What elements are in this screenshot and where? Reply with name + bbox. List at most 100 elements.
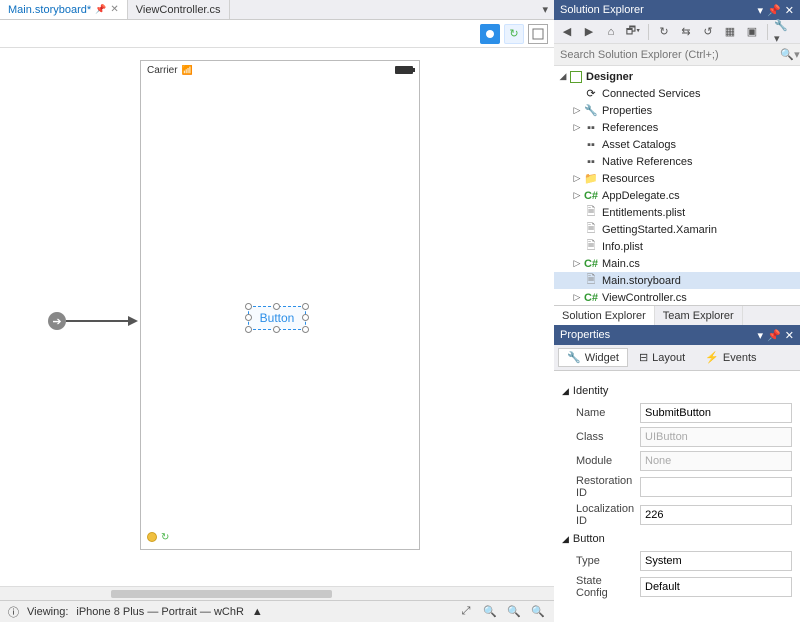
- state-field[interactable]: [640, 577, 792, 597]
- constraints-toggle[interactable]: [528, 24, 548, 44]
- restoration-field[interactable]: [640, 477, 792, 497]
- pin-icon[interactable]: 📌: [767, 4, 781, 17]
- horizontal-scrollbar[interactable]: [0, 586, 554, 600]
- panel-menu-icon[interactable]: ▾: [758, 4, 764, 17]
- class-field[interactable]: [640, 427, 792, 447]
- tree-root[interactable]: ◢Designer: [554, 68, 800, 85]
- resize-handle[interactable]: [273, 303, 280, 310]
- properties-icon[interactable]: ▦: [721, 23, 739, 41]
- resize-handle[interactable]: [302, 303, 309, 310]
- section-label: Identity: [573, 385, 608, 397]
- tree-item[interactable]: ▷C#Main.cs: [554, 255, 800, 272]
- show-all-icon[interactable]: ↺: [699, 23, 717, 41]
- panel-title-text: Properties: [560, 329, 610, 341]
- tree-item[interactable]: 🗎Entitlements.plist: [554, 204, 800, 221]
- close-icon[interactable]: ✕: [785, 329, 794, 342]
- preview-icon[interactable]: ▣: [743, 23, 761, 41]
- events-icon: ⚡: [705, 351, 719, 364]
- type-field[interactable]: [640, 551, 792, 571]
- zoom-fit-icon[interactable]: ⤢: [458, 604, 474, 620]
- carrier-label: Carrier: [147, 65, 193, 76]
- solution-search-row: 🔍▾: [554, 44, 800, 66]
- close-icon[interactable]: ✕: [110, 4, 118, 15]
- tab-widget[interactable]: 🔧 Widget: [558, 348, 628, 367]
- panel-bottom-tabs: Solution Explorer Team Explorer: [554, 305, 800, 325]
- tab-main-storyboard[interactable]: Main.storyboard* 📌 ✕: [0, 0, 128, 19]
- pin-icon[interactable]: 📌: [767, 329, 781, 342]
- localization-field[interactable]: [640, 505, 792, 525]
- close-icon[interactable]: ✕: [785, 4, 794, 17]
- canvas-button-control[interactable]: Button: [248, 306, 306, 330]
- sync-icon[interactable]: 🗗▾: [624, 23, 642, 41]
- tab-label: ViewController.cs: [136, 4, 221, 16]
- tab-label: Layout: [652, 352, 685, 364]
- class-label: Class: [576, 431, 634, 443]
- tab-solution-explorer[interactable]: Solution Explorer: [554, 306, 655, 325]
- tab-dropdown-icon[interactable]: ▾: [536, 0, 554, 19]
- solution-search-input[interactable]: [554, 49, 780, 61]
- tree-item[interactable]: ⟳Connected Services: [554, 85, 800, 102]
- resize-handle[interactable]: [245, 326, 252, 333]
- section-identity[interactable]: ◢ Identity: [562, 385, 792, 397]
- device-statusbar: Carrier: [141, 61, 419, 79]
- name-label: Name: [576, 407, 634, 419]
- properties-title: Properties ▾ 📌 ✕: [554, 325, 800, 345]
- tab-viewcontroller[interactable]: ViewController.cs: [128, 0, 230, 19]
- tab-events[interactable]: ⚡ Events: [696, 348, 765, 367]
- refresh-icon[interactable]: ↻: [161, 532, 169, 543]
- home-icon[interactable]: ⌂: [602, 23, 620, 41]
- panel-title-text: Solution Explorer: [560, 4, 644, 16]
- device-selector-icon[interactable]: ▲: [252, 606, 263, 618]
- tree-item[interactable]: ▷📁Resources: [554, 170, 800, 187]
- back-icon[interactable]: ◀: [558, 23, 576, 41]
- refresh-icon[interactable]: ↻: [655, 23, 673, 41]
- solution-tree[interactable]: ◢Designer⟳Connected Services▷🔧Properties…: [554, 66, 800, 305]
- tree-item[interactable]: 🗎GettingStarted.Xamarin: [554, 221, 800, 238]
- initial-view-arrow: ➔: [48, 312, 138, 330]
- resize-handle[interactable]: [302, 314, 309, 321]
- tree-item[interactable]: ▷▪▪References: [554, 119, 800, 136]
- localization-label: Localization ID: [576, 503, 634, 527]
- tree-item[interactable]: ▷🔧Properties: [554, 102, 800, 119]
- collapse-icon[interactable]: ⇆: [677, 23, 695, 41]
- tree-item[interactable]: ▪▪Native References: [554, 153, 800, 170]
- warning-icon[interactable]: [147, 532, 157, 542]
- tree-item[interactable]: ▪▪Asset Catalogs: [554, 136, 800, 153]
- tab-team-explorer[interactable]: Team Explorer: [655, 306, 743, 325]
- section-button[interactable]: ◢ Button: [562, 533, 792, 545]
- forward-icon[interactable]: ▶: [580, 23, 598, 41]
- viewing-device: iPhone 8 Plus — Portrait — wChR: [76, 606, 244, 618]
- tree-item[interactable]: 🗎Main.storyboard: [554, 272, 800, 289]
- wrench-icon[interactable]: 🔧▾: [774, 23, 792, 41]
- resize-handle[interactable]: [245, 303, 252, 310]
- collapse-icon: ◢: [562, 386, 569, 397]
- resize-handle[interactable]: [302, 326, 309, 333]
- name-field[interactable]: [640, 403, 792, 423]
- search-icon[interactable]: 🔍▾: [780, 48, 800, 61]
- module-label: Module: [576, 455, 634, 467]
- device-frame[interactable]: Carrier ↻: [140, 60, 420, 550]
- zoom-reset-icon[interactable]: 🔍: [506, 604, 522, 620]
- zoom-out-icon[interactable]: 🔍: [482, 604, 498, 620]
- module-field[interactable]: [640, 451, 792, 471]
- tree-item[interactable]: 🗎Info.plist: [554, 238, 800, 255]
- resize-handle[interactable]: [273, 326, 280, 333]
- pin-icon[interactable]: 📌: [95, 4, 106, 15]
- tab-label: Events: [723, 352, 757, 364]
- toolbar-chip-blue[interactable]: [480, 24, 500, 44]
- file-tab-bar: Main.storyboard* 📌 ✕ ViewController.cs ▾: [0, 0, 554, 20]
- properties-body: ◢ Identity Name Class Module Restoration…: [554, 371, 800, 622]
- toolbar-chip-green[interactable]: ↻: [504, 24, 524, 44]
- tree-item[interactable]: ▷C#AppDelegate.cs: [554, 187, 800, 204]
- side-panels: Solution Explorer ▾ 📌 ✕ ◀ ▶ ⌂ 🗗▾ ↻ ⇆ ↺ ▦…: [554, 0, 800, 622]
- restoration-label: Restoration ID: [576, 475, 634, 499]
- resize-handle[interactable]: [245, 314, 252, 321]
- scrollbar-thumb[interactable]: [111, 590, 333, 598]
- tab-layout[interactable]: ⊟ Layout: [630, 348, 694, 367]
- zoom-in-icon[interactable]: 🔍: [530, 604, 546, 620]
- tree-item[interactable]: ▷C#ViewController.cs: [554, 289, 800, 305]
- designer-canvas[interactable]: ➔ Carrier ↻ Button: [0, 48, 554, 586]
- tab-label: Widget: [585, 352, 619, 364]
- collapse-icon: ◢: [562, 534, 569, 545]
- panel-menu-icon[interactable]: ▾: [758, 329, 764, 342]
